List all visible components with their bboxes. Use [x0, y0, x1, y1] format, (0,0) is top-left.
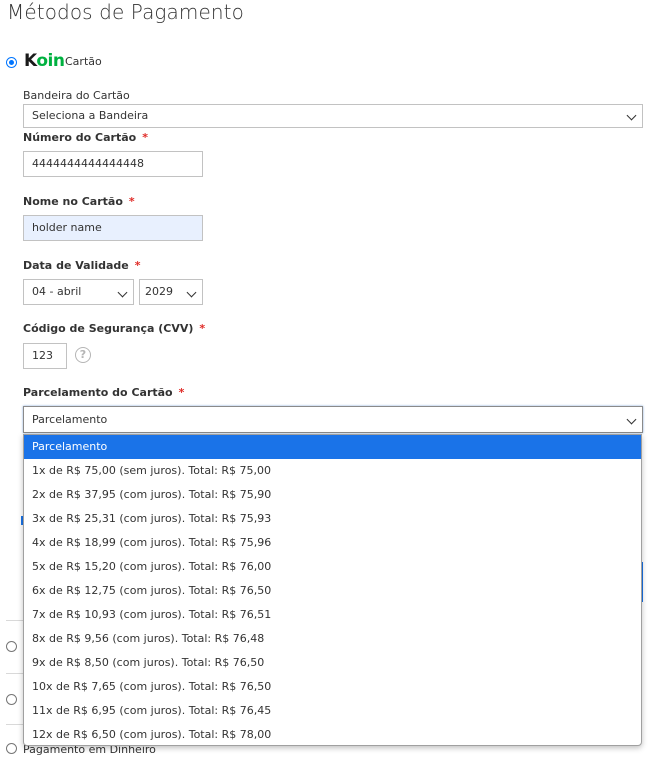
card-number-input[interactable]: 4444444444444448 — [23, 151, 203, 177]
divider — [6, 620, 24, 621]
dropdown-option[interactable]: 2x de R$ 37,95 (com juros). Total: R$ 75… — [24, 483, 641, 507]
dropdown-option[interactable]: 10x de R$ 7,65 (com juros). Total: R$ 76… — [24, 675, 641, 699]
dropdown-option[interactable]: 4x de R$ 18,99 (com juros). Total: R$ 75… — [24, 531, 641, 555]
dropdown-option[interactable]: 3x de R$ 25,31 (com juros). Total: R$ 75… — [24, 507, 641, 531]
expiry-year-select[interactable]: 2029 — [139, 279, 203, 305]
required-mark: * — [199, 322, 206, 335]
chevron-down-icon — [117, 287, 128, 298]
required-mark: * — [128, 195, 135, 208]
expiry-month-value: 04 - abril — [32, 285, 82, 298]
card-name-label: Nome no Cartão * — [23, 195, 135, 208]
dropdown-option[interactable]: 11x de R$ 6,95 (com juros). Total: R$ 76… — [24, 699, 641, 723]
chevron-down-icon — [626, 110, 637, 121]
koin-logo: Koin — [24, 51, 65, 71]
payment-method-radio-koin[interactable] — [6, 57, 17, 68]
chevron-down-icon — [186, 287, 197, 298]
installment-dropdown-list[interactable]: Parcelamento 1x de R$ 75,00 (sem juros).… — [23, 434, 642, 746]
expiry-label: Data de Validade * — [23, 259, 141, 272]
payment-method-radio-cash[interactable] — [6, 743, 17, 754]
card-brand-value: Seleciona a Bandeira — [32, 109, 149, 122]
expiry-month-select[interactable]: 04 - abril — [23, 279, 134, 305]
help-icon[interactable]: ? — [75, 347, 91, 363]
card-number-label: Número do Cartão * — [23, 131, 148, 144]
payment-method-radio[interactable] — [6, 694, 17, 705]
dropdown-option[interactable]: 8x de R$ 9,56 (com juros). Total: R$ 76,… — [24, 627, 641, 651]
expiry-year-value: 2029 — [145, 285, 173, 298]
card-name-input[interactable]: holder name — [23, 215, 203, 241]
dropdown-option[interactable]: 6x de R$ 12,75 (com juros). Total: R$ 76… — [24, 579, 641, 603]
required-mark: * — [134, 259, 141, 272]
dropdown-option[interactable]: 7x de R$ 10,93 (com juros). Total: R$ 76… — [24, 603, 641, 627]
divider — [6, 724, 24, 725]
page-title: Métodos de Pagamento — [7, 0, 244, 24]
dropdown-option[interactable]: 1x de R$ 75,00 (sem juros). Total: R$ 75… — [24, 459, 641, 483]
required-mark: * — [142, 131, 148, 144]
card-brand-label: Bandeira do Cartão — [23, 89, 130, 102]
required-mark: * — [178, 386, 185, 399]
card-brand-select[interactable]: Seleciona a Bandeira — [23, 104, 643, 128]
installment-select[interactable]: Parcelamento — [23, 406, 643, 433]
cvv-label: Código de Segurança (CVV) * — [23, 322, 206, 335]
installment-value: Parcelamento — [32, 413, 108, 426]
chevron-down-icon — [626, 414, 637, 425]
divider — [6, 673, 24, 674]
dropdown-option[interactable]: 12x de R$ 6,50 (com juros). Total: R$ 78… — [24, 723, 641, 745]
installment-label: Parcelamento do Cartão * — [23, 386, 185, 399]
dropdown-option[interactable]: 5x de R$ 15,20 (com juros). Total: R$ 76… — [24, 555, 641, 579]
payment-method-radio[interactable] — [6, 641, 17, 652]
dropdown-option[interactable]: Parcelamento — [24, 435, 641, 459]
dropdown-option[interactable]: 9x de R$ 8,50 (com juros). Total: R$ 76,… — [24, 651, 641, 675]
payment-method-label: Cartão — [65, 55, 102, 68]
cvv-input[interactable]: 123 — [23, 343, 67, 369]
